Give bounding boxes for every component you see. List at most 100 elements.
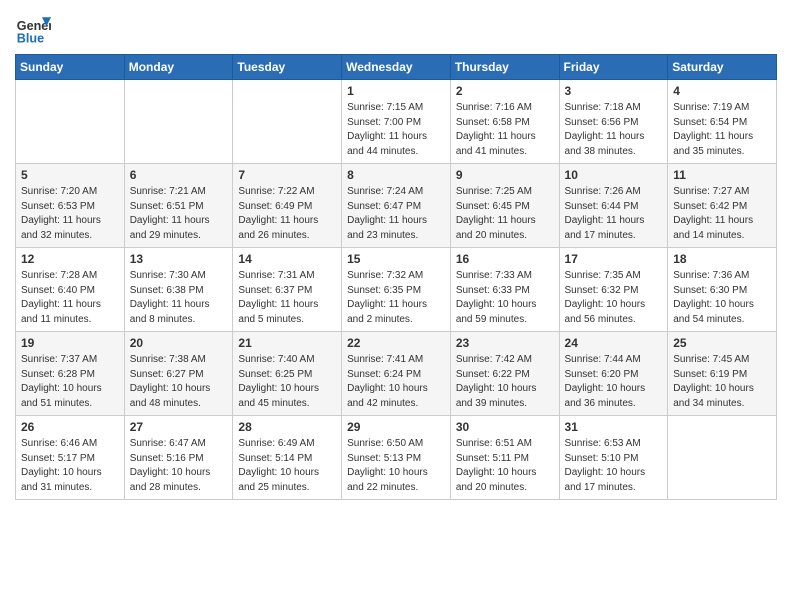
day-info: Sunrise: 7:21 AMSunset: 6:51 PMDaylight:… bbox=[130, 185, 228, 243]
day-info: Sunrise: 6:49 AMSunset: 5:14 PMDaylight:… bbox=[238, 437, 336, 495]
day-info: Sunrise: 7:38 AM Sunset: 6:27 PM Daylight:… bbox=[130, 353, 228, 411]
calendar-cell: 14Sunrise: 7:31 AMSunset: 6:37 PMDayligh… bbox=[233, 248, 342, 332]
day-info-line: Sunrise: 6:47 AM bbox=[130, 438, 206, 449]
day-info-line: Daylight: 10 hours bbox=[565, 467, 646, 478]
day-number: 13 bbox=[130, 252, 228, 266]
day-info-line: Sunrise: 7:38 AM bbox=[130, 354, 206, 365]
day-info: Sunrise: 7:32 AMSunset: 6:35 PMDaylight:… bbox=[347, 269, 445, 327]
day-info: Sunrise: 7:45 AMSunset: 6:19 PMDaylight:… bbox=[673, 353, 771, 411]
day-info-line: Sunrise: 7:33 AM bbox=[456, 270, 532, 281]
day-info-line: Sunset: 6:47 PM bbox=[347, 201, 421, 212]
calendar-cell: 27Sunrise: 6:47 AMSunset: 5:16 PMDayligh… bbox=[124, 416, 233, 500]
calendar-cell: 10 Sunrise: 7:26 AMSunset: 6:44 PMDayligh… bbox=[559, 164, 668, 248]
day-header-sunday: Sunday bbox=[16, 55, 125, 80]
day-info-line: Sunrise: 7:35 AM bbox=[565, 270, 641, 281]
day-info-line: Daylight: 11 hours bbox=[21, 215, 101, 226]
day-info-line: Sunset: 6:19 PM bbox=[673, 369, 747, 380]
day-info-line: Daylight: 10 hours bbox=[130, 383, 211, 394]
day-info: Sunrise: 7:15 AMSunset: 7:00 PMDaylight:… bbox=[347, 101, 445, 159]
day-info-line: Sunrise: 7:40 AM bbox=[238, 354, 314, 365]
calendar-cell: 1Sunrise: 7:15 AMSunset: 7:00 PMDaylight… bbox=[342, 80, 451, 164]
week-row-1: 1Sunrise: 7:15 AMSunset: 7:00 PMDaylight… bbox=[16, 80, 777, 164]
day-info-line: and 28 minutes. bbox=[130, 482, 201, 493]
day-info-line: Daylight: 10 hours bbox=[238, 383, 319, 394]
day-number: 6 bbox=[130, 168, 228, 182]
day-info-line: Daylight: 11 hours bbox=[238, 215, 318, 226]
day-number: 28 bbox=[238, 420, 336, 434]
calendar-cell: 21Sunrise: 7:40 AMSunset: 6:25 PMDayligh… bbox=[233, 332, 342, 416]
calendar-cell bbox=[16, 80, 125, 164]
day-info-line: and 31 minutes. bbox=[21, 482, 92, 493]
week-row-4: 19Sunrise: 7:37 AMSunset: 6:28 PMDayligh… bbox=[16, 332, 777, 416]
calendar-cell: 12Sunrise: 7:28 AMSunset: 6:40 PMDayligh… bbox=[16, 248, 125, 332]
day-number: 16 bbox=[456, 252, 554, 266]
day-info-line: Sunrise: 7:37 AM bbox=[21, 354, 97, 365]
calendar-cell: 25Sunrise: 7:45 AMSunset: 6:19 PMDayligh… bbox=[668, 332, 777, 416]
calendar-cell: 28 Sunrise: 6:49 AMSunset: 5:14 PMDayligh… bbox=[233, 416, 342, 500]
day-info-line: Sunset: 6:45 PM bbox=[456, 201, 530, 212]
day-info-line: and 17 minutes. bbox=[565, 482, 636, 493]
day-info-line: Sunset: 6:58 PM bbox=[456, 117, 530, 128]
day-info-line: Sunrise: 7:41 AM bbox=[347, 354, 423, 365]
calendar-cell bbox=[668, 416, 777, 500]
day-info-line: Daylight: 10 hours bbox=[565, 383, 646, 394]
calendar-cell: 22 Sunrise: 7:41 AMSunset: 6:24 PMDayligh… bbox=[342, 332, 451, 416]
day-info-line: and 34 minutes. bbox=[673, 398, 744, 409]
day-info-line: Sunrise: 7:22 AM bbox=[238, 186, 314, 197]
day-number: 24 bbox=[565, 336, 663, 350]
day-info-line: Daylight: 10 hours bbox=[565, 299, 646, 310]
day-number: 11 bbox=[673, 168, 771, 182]
calendar-cell: 16Sunrise: 7:33 AMSunset: 6:33 PMDayligh… bbox=[450, 248, 559, 332]
day-info-line: Sunrise: 7:16 AM bbox=[456, 102, 532, 113]
day-info: Sunrise: 7:16 AMSunset: 6:58 PMDaylight:… bbox=[456, 101, 554, 159]
day-info-line: Sunset: 7:00 PM bbox=[347, 117, 421, 128]
day-info-line: Sunset: 6:35 PM bbox=[347, 285, 421, 296]
day-info-line: Daylight: 11 hours bbox=[673, 215, 753, 226]
day-info-line: Sunset: 6:53 PM bbox=[21, 201, 95, 212]
day-info: Sunrise: 6:51 AMSunset: 5:11 PMDaylight:… bbox=[456, 437, 554, 495]
day-info: Sunrise: 7:31 AMSunset: 6:37 PMDaylight:… bbox=[238, 269, 336, 327]
day-info-line: and 25 minutes. bbox=[238, 482, 309, 493]
calendar-cell bbox=[124, 80, 233, 164]
calendar-table: SundayMondayTuesdayWednesdayThursdayFrid… bbox=[15, 54, 777, 500]
day-number: 30 bbox=[456, 420, 554, 434]
calendar-cell bbox=[233, 80, 342, 164]
day-info-line: Sunset: 6:27 PM bbox=[130, 369, 204, 380]
calendar-cell: 31Sunrise: 6:53 AMSunset: 5:10 PMDayligh… bbox=[559, 416, 668, 500]
calendar-cell: 5Sunrise: 7:20 AMSunset: 6:53 PMDaylight… bbox=[16, 164, 125, 248]
day-info-line: Daylight: 11 hours bbox=[673, 131, 753, 142]
day-info-line: and 48 minutes. bbox=[130, 398, 201, 409]
day-info: Sunrise: 7:44 AMSunset: 6:20 PMDaylight:… bbox=[565, 353, 663, 411]
calendar-cell: 13Sunrise: 7:30 AMSunset: 6:38 PMDayligh… bbox=[124, 248, 233, 332]
day-info-line: and 20 minutes. bbox=[456, 230, 527, 241]
day-info-line: and 38 minutes. bbox=[565, 146, 636, 157]
day-info: Sunrise: 7:20 AMSunset: 6:53 PMDaylight:… bbox=[21, 185, 119, 243]
day-info-line: Sunrise: 7:45 AM bbox=[673, 354, 749, 365]
day-number: 10 bbox=[565, 168, 663, 182]
day-info-line: Sunrise: 7:18 AM bbox=[565, 102, 641, 113]
day-info-line: Sunrise: 7:24 AM bbox=[347, 186, 423, 197]
day-number: 3 bbox=[565, 84, 663, 98]
day-info-line: Sunrise: 7:30 AM bbox=[130, 270, 206, 281]
day-info-line: Daylight: 10 hours bbox=[673, 299, 754, 310]
day-info-line: Daylight: 10 hours bbox=[238, 467, 319, 478]
day-info: Sunrise: 7:26 AMSunset: 6:44 PMDaylight:… bbox=[565, 185, 663, 243]
day-info-line: Sunset: 6:20 PM bbox=[565, 369, 639, 380]
day-info: Sunrise: 7:37 AMSunset: 6:28 PMDaylight:… bbox=[21, 353, 119, 411]
calendar-cell: 23Sunrise: 7:42 AMSunset: 6:22 PMDayligh… bbox=[450, 332, 559, 416]
day-info: Sunrise: 7:41 AMSunset: 6:24 PMDaylight:… bbox=[347, 353, 445, 411]
day-info-line: Sunrise: 6:53 AM bbox=[565, 438, 641, 449]
day-info-line: Sunset: 5:10 PM bbox=[565, 453, 639, 464]
day-info-line: and 5 minutes. bbox=[238, 314, 304, 325]
day-info: Sunrise: 7:36 AMSunset: 6:30 PMDaylight:… bbox=[673, 269, 771, 327]
day-info-line: Sunset: 5:11 PM bbox=[456, 453, 529, 464]
day-info-line: Sunset: 6:51 PM bbox=[130, 201, 204, 212]
day-info-line: Daylight: 11 hours bbox=[21, 299, 101, 310]
day-info-line: and 32 minutes. bbox=[21, 230, 92, 241]
day-info-line: Sunset: 6:32 PM bbox=[565, 285, 639, 296]
day-info-line: and 54 minutes. bbox=[673, 314, 744, 325]
day-number: 22 bbox=[347, 336, 445, 350]
day-number: 21 bbox=[238, 336, 336, 350]
day-info: Sunrise: 7:35 AM Sunset: 6:32 PM Daylight:… bbox=[565, 269, 663, 327]
day-info: Sunrise: 6:46 AMSunset: 5:17 PMDaylight:… bbox=[21, 437, 119, 495]
